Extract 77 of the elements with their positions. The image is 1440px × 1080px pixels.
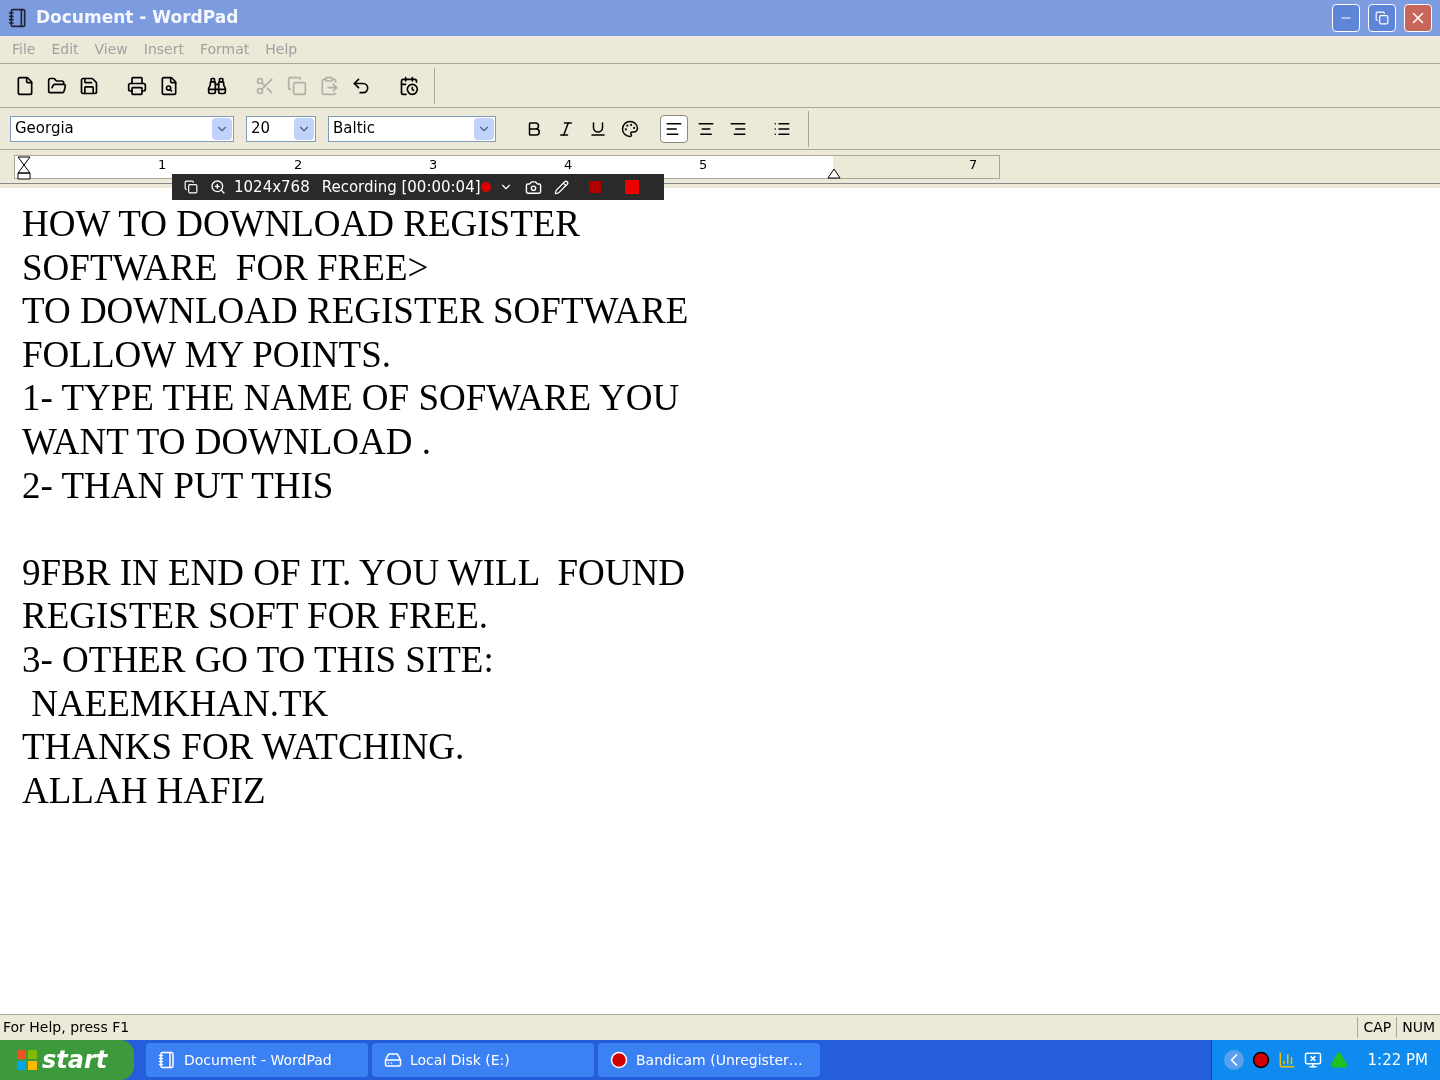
italic-icon bbox=[557, 119, 575, 138]
copy-icon bbox=[287, 75, 307, 96]
status-indicator: CAP bbox=[1357, 1017, 1397, 1038]
ruler-number: 7 bbox=[969, 157, 978, 171]
date-time-icon bbox=[399, 75, 419, 96]
dropdown-field[interactable]: Baltic bbox=[328, 115, 496, 142]
zoom-icon[interactable] bbox=[210, 179, 226, 195]
folder-icon bbox=[47, 75, 67, 96]
window-title: Document - WordPad bbox=[36, 6, 240, 30]
dropdown-field[interactable]: Georgia bbox=[10, 115, 234, 142]
notepad-icon bbox=[158, 1051, 176, 1069]
window-mode-icon[interactable] bbox=[184, 180, 198, 194]
menu-item[interactable]: Edit bbox=[43, 39, 87, 60]
ruler-number: 2 bbox=[294, 157, 303, 171]
underline-icon bbox=[589, 119, 607, 138]
document-line: WANT TO DOWNLOAD . bbox=[22, 419, 432, 464]
ruler-number: 1 bbox=[158, 157, 167, 171]
document-line: SOFTWARE FOR FREE> bbox=[22, 245, 429, 290]
document-line: NAEEMKHAN.TK bbox=[30, 681, 329, 726]
document-line: 2- THAN PUT THIS bbox=[22, 463, 334, 508]
new-document-icon bbox=[15, 75, 35, 96]
clock: 1:22 PM bbox=[1367, 1049, 1428, 1071]
wordpad-icon bbox=[8, 8, 28, 28]
undo-icon bbox=[351, 75, 371, 96]
menu-item[interactable]: File bbox=[4, 39, 44, 60]
binoculars-icon bbox=[207, 75, 227, 96]
windows-logo-icon bbox=[16, 1049, 38, 1071]
camera-icon[interactable] bbox=[524, 178, 542, 196]
right-indent-marker-icon[interactable] bbox=[827, 167, 841, 180]
taskbar-button[interactable]: Document - WordPad bbox=[146, 1043, 368, 1077]
ruler-number: 5 bbox=[699, 157, 708, 171]
ruler-number: 3 bbox=[429, 157, 438, 171]
ruler[interactable]: 1 2 3 4 5 7 bbox=[14, 154, 1000, 179]
document-line: ALLAH HAFIZ bbox=[22, 768, 266, 813]
menu-item[interactable]: Insert bbox=[135, 39, 192, 60]
drive-icon bbox=[384, 1051, 402, 1069]
resolution-text: 1024x768 bbox=[234, 179, 310, 195]
pencil-icon[interactable] bbox=[553, 179, 569, 195]
stop-icon[interactable] bbox=[624, 180, 639, 194]
dropdown-value: 20 bbox=[250, 118, 272, 140]
dropdown-field[interactable]: 20 bbox=[246, 115, 316, 142]
menu-item[interactable]: Format bbox=[191, 39, 258, 60]
start-button[interactable]: start bbox=[0, 1040, 134, 1080]
dropdown-value: Georgia bbox=[14, 118, 75, 140]
indent-marker-icon[interactable] bbox=[17, 155, 31, 180]
document-line: 9FBR IN END OF IT. YOU WILL FOUND bbox=[22, 550, 685, 595]
menu-item[interactable]: Help bbox=[257, 39, 306, 60]
document-line: REGISTER SOFT FOR FREE. bbox=[22, 594, 489, 638]
taskbar-button[interactable]: Local Disk (E:) bbox=[372, 1043, 594, 1077]
taskbar-button[interactable]: Bandicam (Unregister… bbox=[598, 1043, 820, 1077]
print-preview-icon bbox=[159, 75, 179, 96]
recording-status: Recording [00:00:04] bbox=[321, 179, 481, 195]
status-indicator: NUM bbox=[1396, 1017, 1440, 1038]
document-line: HOW TO DOWNLOAD REGISTER bbox=[22, 202, 581, 246]
align-left-button[interactable] bbox=[660, 114, 688, 143]
palette-icon bbox=[621, 119, 639, 138]
document-line: FOLLOW MY POINTS. bbox=[22, 332, 391, 377]
record-icon[interactable] bbox=[1251, 1051, 1270, 1069]
save-icon bbox=[79, 75, 99, 96]
record-icon bbox=[610, 1051, 628, 1069]
ruler-number: 4 bbox=[564, 157, 573, 171]
network-disconnected-icon[interactable] bbox=[1303, 1051, 1322, 1069]
printer-icon bbox=[127, 75, 147, 96]
document-line: THANKS FOR WATCHING. bbox=[22, 725, 465, 769]
menu-item[interactable]: View bbox=[86, 39, 136, 60]
document-line: 3- OTHER GO TO THIS SITE: bbox=[22, 637, 494, 682]
restore-icon bbox=[1375, 11, 1389, 25]
paste-icon bbox=[319, 75, 339, 96]
minimize-button[interactable] bbox=[1332, 4, 1360, 32]
document-line: TO DOWNLOAD REGISTER SOFTWARE bbox=[22, 289, 689, 333]
status-text: For Help, press F1 bbox=[2, 1018, 131, 1037]
document-line: 1- TYPE THE NAME OF SOFWARE YOU bbox=[22, 376, 680, 420]
scissors-icon bbox=[255, 75, 275, 96]
restore-button[interactable] bbox=[1368, 4, 1396, 32]
show-hidden-icons-button[interactable] bbox=[1223, 1050, 1244, 1070]
dropdown-value: Baltic bbox=[332, 118, 376, 140]
close-button[interactable] bbox=[1404, 4, 1432, 32]
